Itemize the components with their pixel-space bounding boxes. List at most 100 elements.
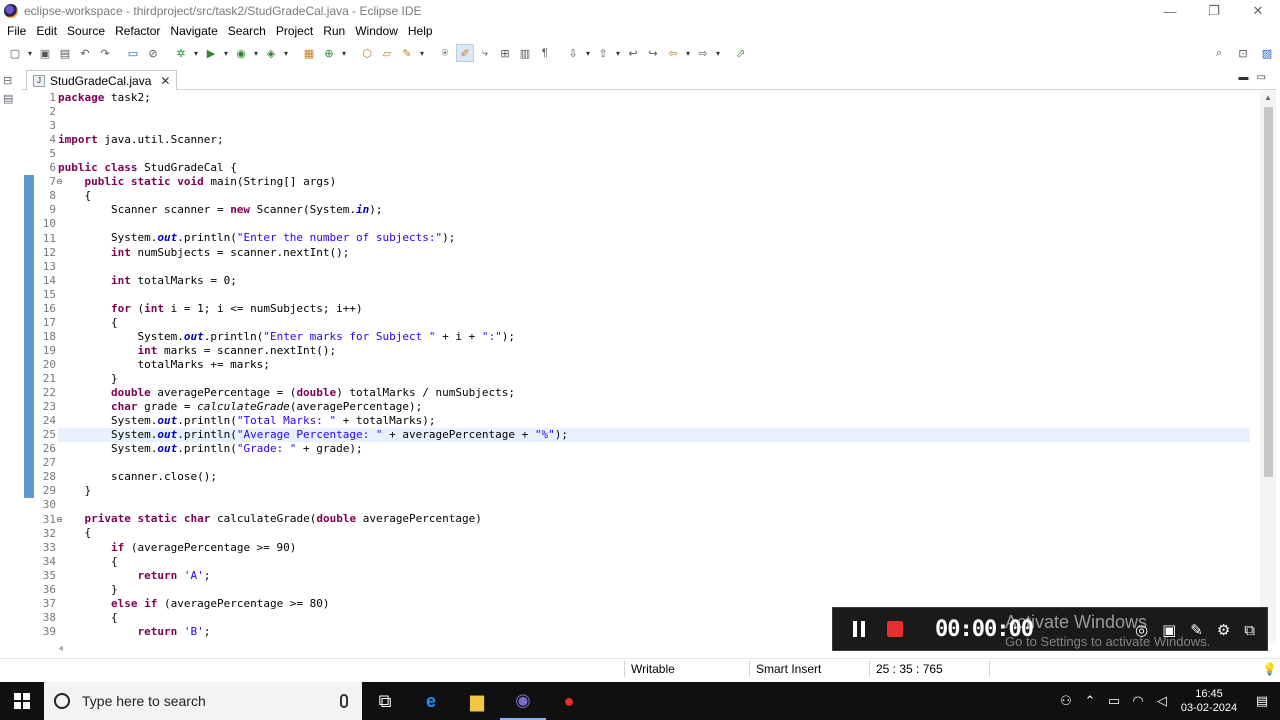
code-line[interactable]: private static char calculateGrade(doubl… [58, 512, 1250, 526]
word-wrap-icon[interactable]: ⤷ [476, 44, 494, 62]
code-line[interactable]: char grade = calculateGrade(averagePerce… [58, 400, 1250, 414]
code-line[interactable] [58, 288, 1250, 302]
code-line[interactable]: System.out.println("Grade: " + grade); [58, 442, 1250, 456]
menu-search[interactable]: Search [223, 24, 271, 38]
menu-refactor[interactable]: Refactor [110, 24, 165, 38]
forward-icon[interactable]: ⇨ [694, 44, 712, 62]
code-line[interactable]: if (averagePercentage >= 90) [58, 541, 1250, 555]
code-line[interactable] [58, 456, 1250, 470]
code-line[interactable]: Scanner scanner = new Scanner(System.in)… [58, 203, 1250, 217]
new-class-dropdown-icon[interactable]: ▾ [340, 44, 348, 62]
menu-project[interactable]: Project [271, 24, 318, 38]
code-line[interactable]: { [58, 555, 1250, 569]
code-text[interactable]: package task2; import java.util.Scanner;… [58, 91, 1250, 643]
search-tool-icon[interactable]: ✎ [398, 44, 416, 62]
run-dropdown-icon[interactable]: ▾ [222, 44, 230, 62]
vertical-scrollbar[interactable]: ▲ [1260, 91, 1276, 643]
settings-icon[interactable]: ⚙ [1217, 621, 1230, 639]
code-line[interactable]: System.out.println("Average Percentage: … [58, 428, 1250, 442]
run-icon[interactable]: ▶ [202, 44, 220, 62]
open-folder-icon[interactable]: ▱ [378, 44, 396, 62]
code-line[interactable]: int numSubjects = scanner.nextInt(); [58, 246, 1250, 260]
coverage-icon[interactable]: ◉ [232, 44, 250, 62]
pause-button[interactable] [843, 613, 875, 645]
save-icon[interactable]: ▣ [36, 44, 54, 62]
code-editor[interactable]: 1 2 3 4 5 6 7 ⊖ 8 9 10 11 12 13 14 15 16 17 18 19 20 21 22 23 24… [22, 91, 1276, 643]
code-line[interactable]: import java.util.Scanner; [58, 133, 1250, 147]
toggle-highlight-icon[interactable]: ✐ [456, 44, 474, 62]
code-line[interactable]: package task2; [58, 91, 1250, 105]
last-edit-forward-icon[interactable]: ↪ [644, 44, 662, 62]
restore-icon[interactable]: ⊟ [3, 74, 17, 88]
code-line[interactable]: System.out.println("Enter marks for Subj… [58, 330, 1250, 344]
stop-button[interactable] [879, 613, 911, 645]
file-explorer-icon[interactable]: ▆ [454, 682, 500, 720]
menu-navigate[interactable]: Navigate [165, 24, 222, 38]
java-perspective-icon[interactable]: ▨ [1258, 44, 1276, 62]
code-line[interactable]: { [58, 526, 1250, 540]
minimize-button[interactable]: — [1148, 0, 1192, 22]
menu-run[interactable]: Run [318, 24, 350, 38]
taskbar-search[interactable]: Type here to search [44, 682, 362, 720]
recorder-taskbar-icon[interactable]: ● [546, 682, 592, 720]
draw-pen-icon[interactable]: ✎ [1190, 621, 1203, 639]
undo-icon[interactable]: ↶ [76, 44, 94, 62]
code-line[interactable]: for (int i = 1; i <= numSubjects; i++) [58, 302, 1250, 316]
code-line[interactable]: public static void main(String[] args) [58, 175, 1250, 189]
menu-help[interactable]: Help [403, 24, 438, 38]
back-icon[interactable]: ⇦ [664, 44, 682, 62]
code-line[interactable] [58, 105, 1250, 119]
menu-window[interactable]: Window [350, 24, 403, 38]
terminal-icon[interactable]: ▭ [124, 44, 142, 62]
expand-icon[interactable]: ⧉ [1244, 622, 1255, 639]
code-line[interactable] [58, 217, 1250, 231]
microphone-icon[interactable] [340, 694, 348, 708]
code-line[interactable] [58, 260, 1250, 274]
package-explorer-icon[interactable]: ▤ [3, 92, 17, 106]
new-class-icon[interactable]: ⊕ [320, 44, 338, 62]
coverage-dropdown-icon[interactable]: ▾ [252, 44, 260, 62]
webcam-toggle-icon[interactable]: ◎ [1135, 621, 1148, 639]
open-type-icon[interactable]: ⬡ [358, 44, 376, 62]
code-line[interactable]: totalMarks += marks; [58, 358, 1250, 372]
previous-annotation-dropdown-icon[interactable]: ▾ [614, 44, 622, 62]
code-line[interactable]: public class StudGradeCal { [58, 161, 1250, 175]
battery-icon[interactable]: ▭ [1102, 693, 1126, 709]
new-java-project-icon[interactable]: ▦ [300, 44, 318, 62]
start-button[interactable] [0, 682, 44, 720]
tab-studgradecal[interactable]: J StudGradeCal.java ✕ [26, 70, 178, 90]
open-perspective-icon[interactable]: ⊡ [1234, 44, 1252, 62]
debug-dropdown-icon[interactable]: ▾ [192, 44, 200, 62]
save-all-icon[interactable]: ▤ [56, 44, 74, 62]
maximize-view-icon[interactable]: ▭ [1257, 72, 1266, 83]
menu-edit[interactable]: Edit [31, 24, 62, 38]
debug-icon[interactable]: ✲ [172, 44, 190, 62]
eclipse-taskbar-icon[interactable]: ◉ [500, 682, 546, 720]
volume-icon[interactable]: ◁ [1150, 693, 1174, 709]
external-tools-dropdown-icon[interactable]: ▾ [282, 44, 290, 62]
previous-annotation-icon[interactable]: ⇧ [594, 44, 612, 62]
people-icon[interactable]: ⚇ [1054, 693, 1078, 709]
menu-file[interactable]: File [2, 24, 31, 38]
minimize-view-icon[interactable]: ▬ [1239, 72, 1249, 83]
external-tools-icon[interactable]: ◈ [262, 44, 280, 62]
code-line[interactable] [58, 498, 1250, 512]
scroll-left-icon[interactable]: ◂ [58, 643, 63, 654]
code-line[interactable]: { [58, 316, 1250, 330]
show-whitespace-icon[interactable]: ¶ [536, 44, 554, 62]
code-line[interactable]: } [58, 484, 1250, 498]
search-tool-dropdown-icon[interactable]: ▾ [418, 44, 426, 62]
tip-lightbulb-icon[interactable]: 💡 [1262, 662, 1277, 676]
notifications-icon[interactable]: ▤ [1244, 693, 1280, 709]
code-line[interactable]: scanner.close(); [58, 470, 1250, 484]
task-view-icon[interactable]: ⧉ [362, 682, 408, 720]
screenshot-icon[interactable]: ▣ [1162, 621, 1176, 639]
code-line[interactable]: System.out.println("Total Marks: " + tot… [58, 414, 1250, 428]
back-dropdown-icon[interactable]: ▾ [684, 44, 692, 62]
redo-icon[interactable]: ↷ [96, 44, 114, 62]
next-annotation-icon[interactable]: ⇩ [564, 44, 582, 62]
next-annotation-dropdown-icon[interactable]: ▾ [584, 44, 592, 62]
forward-dropdown-icon[interactable]: ▾ [714, 44, 722, 62]
new-dropdown-icon[interactable]: ▾ [26, 44, 34, 62]
close-button[interactable]: ✕ [1236, 0, 1280, 22]
